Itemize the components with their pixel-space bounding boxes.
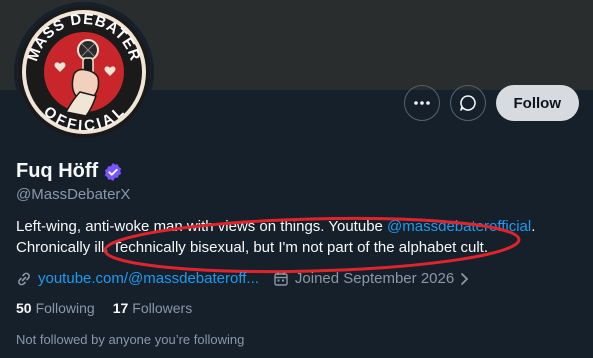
profile-handle: @MassDebaterX <box>16 186 131 203</box>
follow-button[interactable]: Follow <box>495 85 579 121</box>
more-button[interactable] <box>403 85 440 121</box>
mass-debater-logo: MASS DEBATER OFFICIAL <box>18 6 150 138</box>
following-count: 50 <box>16 300 32 316</box>
website-item[interactable]: youtube.com/@massdebateroff... <box>16 270 259 287</box>
website-link[interactable]: youtube.com/@massdebateroff... <box>38 270 259 287</box>
joined-date: Joined September 2026 <box>294 270 455 287</box>
calendar-icon <box>274 272 288 286</box>
joined-item[interactable]: Joined September 2026 <box>273 270 470 287</box>
message-button[interactable] <box>449 85 486 121</box>
follow-stats: 50 Following 17 Followers <box>16 300 192 316</box>
chevron-right-icon <box>461 272 469 285</box>
following-link[interactable]: 50 Following <box>16 300 95 316</box>
bio-line2: Chronically ill. Technically bisexual, b… <box>16 239 489 256</box>
followers-link[interactable]: 17 Followers <box>113 300 192 316</box>
profile-meta-row: youtube.com/@massdebateroff... Joined Se… <box>16 270 470 287</box>
followers-count: 17 <box>112 300 129 316</box>
bio-line1-prefix: Left-wing, anti-woke man with views on t… <box>16 218 388 235</box>
profile-bio: Left-wing, anti-woke man with views on t… <box>16 216 576 258</box>
following-label: Following <box>35 300 95 316</box>
followers-label: Followers <box>132 300 193 316</box>
profile-avatar[interactable]: MASS DEBATER OFFICIAL <box>14 2 154 142</box>
name-row: Fuq Höff <box>16 160 123 183</box>
message-bubble-icon <box>459 95 476 111</box>
bio-mention-link[interactable]: @massdebaterofficial <box>387 218 531 235</box>
display-name: Fuq Höff <box>16 160 99 182</box>
verified-badge-icon[interactable] <box>103 162 123 182</box>
profile-actions: Follow <box>403 85 579 121</box>
bio-line1-suffix: . <box>531 218 536 235</box>
link-icon <box>18 272 30 285</box>
ellipsis-icon <box>413 101 430 105</box>
not-followed-note: Not followed by anyone you’re following <box>16 332 245 347</box>
